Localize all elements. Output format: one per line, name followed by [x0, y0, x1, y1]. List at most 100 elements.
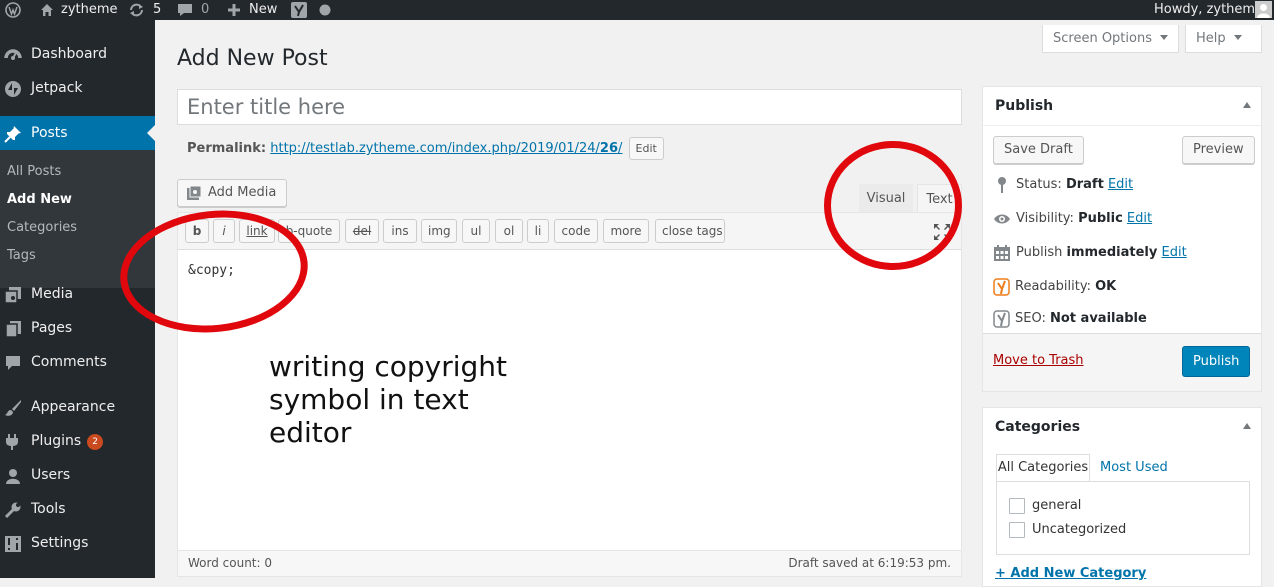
qt-code-button[interactable]: code — [554, 219, 598, 243]
visibility-value: Public — [1078, 211, 1123, 226]
tab-most-used[interactable]: Most Used — [1100, 460, 1168, 475]
submenu-all-posts[interactable]: All Posts — [7, 164, 61, 180]
fullscreen-icon[interactable] — [933, 223, 951, 241]
sidebar-item-pages[interactable]: Pages — [0, 311, 155, 345]
preview-button[interactable]: Preview — [1182, 136, 1255, 164]
plugins-update-badge: 2 — [87, 434, 104, 450]
tools-icon — [4, 502, 21, 519]
comments-count[interactable]: 0 — [201, 0, 209, 20]
quicktags-toolbar: b i link b-quote del ins img ul ol li co… — [178, 213, 961, 250]
edit-status-link[interactable]: Edit — [1108, 177, 1133, 192]
save-draft-button[interactable]: Save Draft — [993, 136, 1084, 164]
submenu-categories[interactable]: Categories — [7, 220, 77, 236]
chevron-up-icon[interactable] — [1243, 423, 1251, 429]
add-new-category-link[interactable]: + Add New Category — [995, 566, 1146, 581]
permalink-label: Permalink: — [187, 141, 267, 156]
sidebar-item-label: Comments — [31, 354, 107, 370]
wordpress-logo-icon[interactable] — [5, 2, 21, 18]
publish-button[interactable]: Publish — [1182, 346, 1251, 377]
edit-visibility-link[interactable]: Edit — [1127, 211, 1152, 226]
sidebar-item-plugins[interactable]: Plugins 2 — [0, 424, 155, 458]
publish-box-title: Publish — [995, 98, 1054, 114]
readability-value: OK — [1095, 279, 1117, 294]
active-menu-arrow — [147, 125, 155, 141]
chevron-up-icon[interactable] — [1243, 102, 1251, 108]
pushpin-icon — [4, 126, 21, 143]
status-label: Status: — [1016, 177, 1062, 192]
tab-all-categories[interactable]: All Categories — [996, 454, 1090, 482]
pages-icon — [5, 321, 21, 338]
qt-del-button[interactable]: del — [345, 219, 379, 243]
permalink: Permalink: http://testlab.zytheme.com/in… — [187, 137, 664, 160]
qt-italic-button[interactable]: i — [213, 219, 235, 243]
help-label: Help — [1196, 31, 1226, 46]
submenu-tags[interactable]: Tags — [7, 248, 36, 264]
permalink-url[interactable]: http://testlab.zytheme.com/index.php/201… — [270, 141, 622, 156]
screen-options-label: Screen Options — [1053, 31, 1152, 46]
qt-ul-button[interactable]: ul — [462, 219, 490, 243]
screen-options-button[interactable]: Screen Options — [1042, 25, 1179, 53]
new-content-link[interactable]: New — [249, 0, 277, 20]
sidebar-item-jetpack[interactable]: Jetpack — [0, 71, 155, 105]
tab-text[interactable]: Text — [917, 184, 962, 213]
chevron-down-icon — [1160, 35, 1168, 40]
qt-link-button[interactable]: link — [239, 219, 275, 243]
plus-icon[interactable] — [227, 2, 241, 18]
status-dot-icon[interactable] — [319, 4, 331, 16]
sidebar-item-label: Users — [31, 467, 71, 483]
word-count: Word count: 0 — [188, 556, 273, 570]
sidebar-item-label: Appearance — [31, 399, 116, 415]
yoast-seo-icon — [993, 310, 1010, 328]
add-media-button[interactable]: Add Media — [177, 179, 288, 207]
qt-ins-button[interactable]: ins — [383, 219, 417, 243]
submenu-add-new[interactable]: Add New — [7, 192, 72, 208]
chevron-down-icon — [1233, 35, 1242, 40]
updates-icon[interactable] — [128, 2, 145, 18]
sidebar-item-settings[interactable]: Settings — [0, 526, 155, 560]
permalink-edit-button[interactable]: Edit — [628, 137, 664, 160]
admin-sidebar: Dashboard Jetpack Posts All Posts Add Ne… — [0, 20, 155, 578]
help-button[interactable]: Help — [1185, 25, 1262, 53]
qt-bold-button[interactable]: b — [185, 219, 209, 243]
qt-close-tags-button[interactable]: close tags — [655, 219, 725, 243]
sidebar-item-tools[interactable]: Tools — [0, 492, 155, 526]
tab-visual[interactable]: Visual — [859, 184, 913, 213]
sidebar-item-posts[interactable]: Posts — [0, 116, 155, 150]
dashboard-icon — [4, 49, 22, 60]
updates-count[interactable]: 5 — [153, 0, 161, 20]
permalink-slug: 26 — [599, 141, 618, 156]
yoast-icon[interactable] — [291, 2, 307, 18]
category-item[interactable]: Uncategorized — [1009, 522, 1126, 538]
sidebar-item-label: Posts — [31, 125, 68, 141]
category-checkbox[interactable] — [1009, 498, 1025, 514]
add-media-label: Add Media — [208, 185, 277, 200]
seo-value: Not available — [1050, 311, 1147, 326]
post-title-input[interactable] — [177, 89, 962, 125]
sidebar-item-users[interactable]: Users — [0, 458, 155, 492]
qt-more-button[interactable]: more — [603, 219, 649, 243]
qt-blockquote-button[interactable]: b-quote — [278, 219, 340, 243]
comment-bubble-icon[interactable] — [177, 2, 193, 18]
sidebar-item-comments[interactable]: Comments — [0, 345, 155, 379]
move-to-trash-link[interactable]: Move to Trash — [993, 353, 1084, 368]
avatar[interactable] — [1255, 1, 1272, 18]
qt-ol-button[interactable]: ol — [495, 219, 523, 243]
qt-li-button[interactable]: li — [527, 219, 549, 243]
site-name-link[interactable]: zytheme — [61, 0, 118, 20]
category-checkbox[interactable] — [1009, 522, 1025, 538]
sidebar-item-appearance[interactable]: Appearance — [0, 390, 155, 424]
plugins-icon — [6, 434, 18, 450]
users-icon — [6, 469, 20, 484]
sidebar-item-dashboard[interactable]: Dashboard — [0, 37, 155, 71]
qt-img-button[interactable]: img — [421, 219, 457, 243]
status-value: Draft — [1065, 177, 1104, 192]
publish-time-label: Publish — [1016, 245, 1063, 260]
home-icon[interactable] — [39, 2, 55, 18]
user-greeting[interactable]: Howdy, zytheme — [1154, 0, 1263, 20]
editor-content-textarea[interactable]: &copy; — [188, 263, 235, 278]
sidebar-item-media[interactable]: Media — [0, 277, 155, 311]
category-label: Uncategorized — [1032, 522, 1127, 537]
publish-box: Publish Save Draft Preview Status: Draft… — [982, 86, 1262, 392]
category-item[interactable]: general — [1009, 498, 1081, 514]
edit-publish-time-link[interactable]: Edit — [1162, 245, 1187, 260]
